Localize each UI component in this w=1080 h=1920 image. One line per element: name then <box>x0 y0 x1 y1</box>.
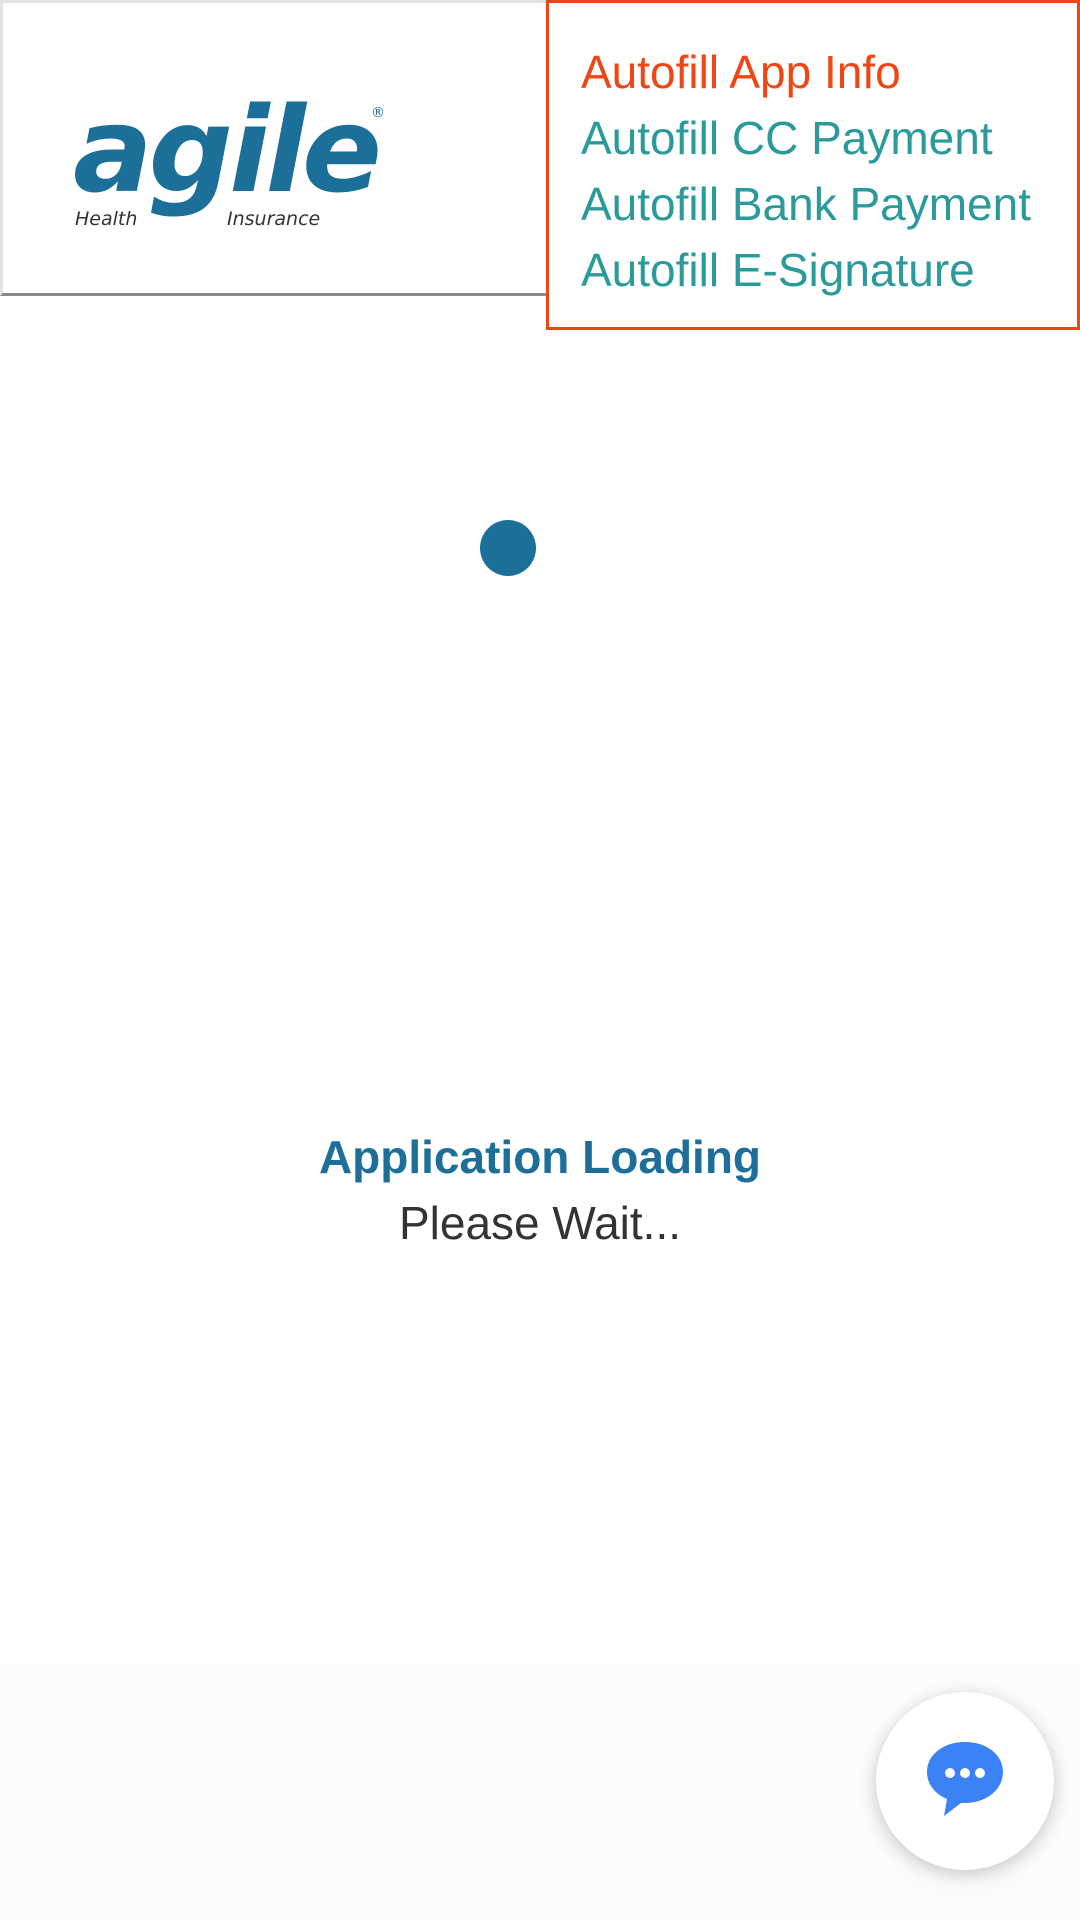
logo-registered-mark: ® <box>371 105 385 121</box>
autofill-e-signature-link[interactable]: Autofill E-Signature <box>581 237 1077 303</box>
page: agile ® Health Insurance Autofill App In… <box>0 0 1080 1920</box>
chat-bubble-icon <box>927 1742 1003 1816</box>
loading-subtitle: Please Wait... <box>398 1197 682 1249</box>
logo-word: agile <box>73 81 378 219</box>
loading-message: Application Loading Please Wait... <box>0 1124 1080 1256</box>
autofill-app-info-link[interactable]: Autofill App Info <box>581 39 1077 105</box>
autofill-bank-payment-link[interactable]: Autofill Bank Payment <box>581 171 1077 237</box>
autofill-menu: Autofill App Info Autofill CC Payment Au… <box>546 0 1080 330</box>
logo-insurance: Insurance <box>227 208 320 230</box>
header: agile ® Health Insurance <box>0 0 548 296</box>
chat-button[interactable] <box>876 1692 1054 1870</box>
logo-health: Health <box>75 208 137 230</box>
agile-logo: agile ® Health Insurance <box>73 81 385 230</box>
loading-title: Application Loading <box>318 1131 762 1183</box>
loading-spinner-dot <box>480 520 536 576</box>
autofill-cc-payment-link[interactable]: Autofill CC Payment <box>581 105 1077 171</box>
